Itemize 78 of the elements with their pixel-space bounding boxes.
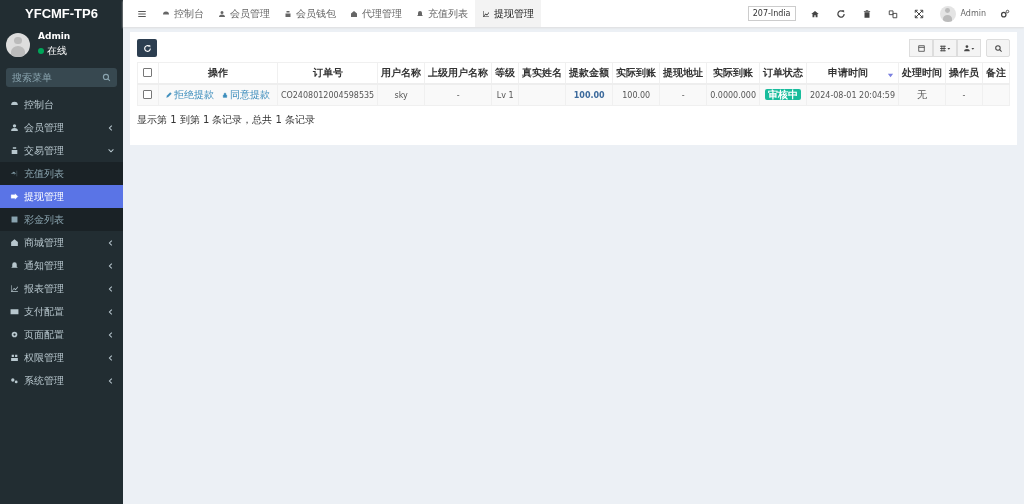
export-icon bbox=[10, 192, 19, 201]
chevron-icon bbox=[107, 238, 115, 247]
sidebar-item[interactable]: 权限管理 bbox=[0, 346, 123, 369]
chevron-icon bbox=[107, 376, 115, 385]
row-checkbox[interactable] bbox=[143, 89, 153, 99]
home-icon bbox=[350, 9, 358, 18]
chevron-icon bbox=[107, 123, 115, 132]
user-status: 在线 bbox=[47, 44, 67, 58]
nav-tab[interactable]: 会员钱包 bbox=[277, 0, 343, 27]
user-icon bbox=[962, 43, 976, 53]
user-name: Admin bbox=[38, 31, 71, 41]
card-icon bbox=[10, 307, 19, 316]
sidebar-subitem[interactable]: 充值列表 bbox=[0, 162, 123, 185]
sidebar-item[interactable]: 交易管理 bbox=[0, 139, 123, 162]
search-icon bbox=[102, 73, 111, 82]
chevron-icon bbox=[107, 284, 115, 293]
fullscreen-icon[interactable] bbox=[913, 8, 924, 19]
menu-search-field[interactable]: 搜索菜单 bbox=[6, 68, 117, 87]
sidebar-item[interactable]: 会员管理 bbox=[0, 116, 123, 139]
sidebar-item[interactable]: 支付配置 bbox=[0, 300, 123, 323]
cogs-icon bbox=[10, 376, 19, 385]
square-icon bbox=[10, 215, 19, 224]
home-icon[interactable] bbox=[809, 8, 820, 19]
sidebar-item[interactable]: 页面配置 bbox=[0, 323, 123, 346]
bell-icon bbox=[10, 261, 19, 270]
chart-icon bbox=[10, 284, 19, 293]
trash-icon[interactable] bbox=[861, 8, 872, 19]
sidebar-item[interactable]: 通知管理 bbox=[0, 254, 123, 277]
chevron-icon bbox=[107, 307, 115, 316]
sidebar-item[interactable]: 报表管理 bbox=[0, 277, 123, 300]
sidebar-item[interactable]: 商城管理 bbox=[0, 231, 123, 254]
dashboard-icon bbox=[162, 9, 170, 18]
brand-logo: YFCMF-TP6 bbox=[24, 5, 99, 23]
chevron-icon bbox=[107, 353, 115, 362]
gear-icon bbox=[10, 330, 19, 339]
sidebar-item[interactable]: 控制台 bbox=[0, 93, 123, 116]
user-name[interactable]: Admin bbox=[960, 9, 986, 18]
sidebar-subitem[interactable]: 提现管理 bbox=[0, 185, 123, 208]
nav-tab[interactable]: 充值列表 bbox=[409, 0, 475, 27]
bell-icon bbox=[416, 9, 424, 18]
sidebar-item[interactable]: 系统管理 bbox=[0, 369, 123, 392]
pagination-summary: 显示第 1 到第 1 条记录，总共 1 条记录 bbox=[137, 113, 317, 127]
grid-icon bbox=[938, 43, 952, 53]
region-badge[interactable]: 207-India bbox=[747, 6, 796, 21]
status-badge: 审核中 bbox=[765, 89, 802, 100]
group-icon bbox=[10, 353, 19, 362]
home-icon bbox=[10, 238, 19, 247]
panel-icon bbox=[916, 43, 926, 53]
chevron-icon bbox=[107, 146, 115, 155]
refresh-button[interactable] bbox=[137, 39, 157, 57]
clipboard-icon bbox=[284, 9, 292, 18]
nav-tab[interactable]: 控制台 bbox=[155, 0, 211, 27]
nav-tab[interactable]: 代理管理 bbox=[343, 0, 409, 27]
select-all-checkbox[interactable] bbox=[143, 67, 153, 77]
sidebar-subitem[interactable]: 彩金列表 bbox=[0, 208, 123, 231]
export-button[interactable] bbox=[957, 39, 981, 57]
user-icon bbox=[218, 9, 226, 18]
chart-icon bbox=[482, 9, 490, 18]
search-button[interactable] bbox=[986, 39, 1010, 57]
refresh-icon bbox=[142, 43, 152, 53]
chevron-icon bbox=[107, 261, 115, 270]
lock-icon bbox=[221, 92, 228, 98]
row-action-link[interactable]: 拒绝提款 bbox=[165, 88, 214, 102]
menu-icon[interactable] bbox=[137, 8, 147, 19]
nav-tab[interactable]: 提现管理 bbox=[475, 0, 541, 27]
columns-button[interactable] bbox=[933, 39, 957, 57]
chevron-icon bbox=[107, 330, 115, 339]
settings-icon[interactable] bbox=[1000, 8, 1010, 19]
clipboard-icon bbox=[10, 146, 19, 155]
translate-icon[interactable] bbox=[887, 8, 898, 19]
pencil-icon bbox=[165, 92, 172, 98]
avatar-icon bbox=[6, 32, 30, 57]
search-icon bbox=[993, 43, 1003, 53]
user-icon bbox=[10, 123, 19, 132]
nav-tab[interactable]: 会员管理 bbox=[211, 0, 277, 27]
refresh-icon[interactable] bbox=[835, 8, 846, 19]
row-action-link[interactable]: 同意提款 bbox=[221, 88, 270, 102]
toggle-view-button[interactable] bbox=[909, 39, 933, 57]
